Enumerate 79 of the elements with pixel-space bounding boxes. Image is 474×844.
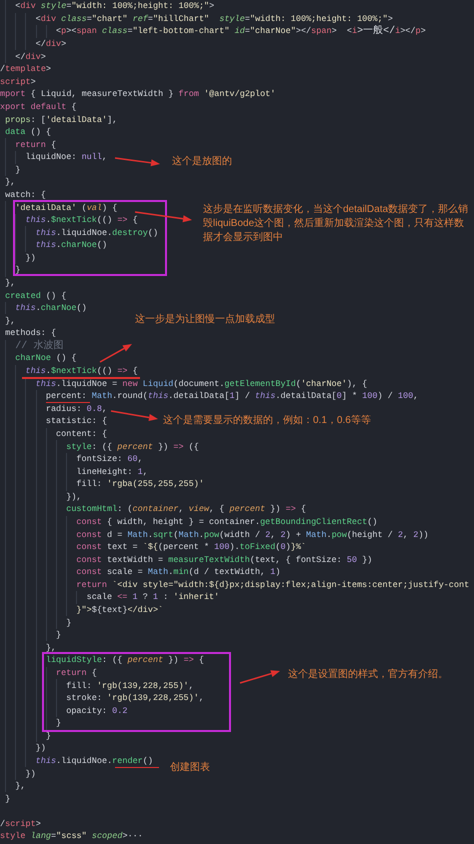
code-line: } xyxy=(56,718,62,728)
annotation-note: 这个是需要显示的数据的，例如：0.1，0.6等等 xyxy=(163,414,372,428)
code-line: opacity: 0.2 xyxy=(66,706,128,716)
code-line: this.charNoe() xyxy=(15,303,87,314)
code-line: const text = `${(percent * 100).toFixed(0)}%` xyxy=(76,542,306,552)
code-line: } xyxy=(5,794,10,804)
code-line: } xyxy=(15,265,20,276)
code-line: charNoe () { xyxy=(15,353,77,364)
code-line: xport default { xyxy=(0,102,77,112)
code-line: </div> xyxy=(15,52,46,62)
code-line: statistic: { xyxy=(46,416,108,426)
annotation-arrow xyxy=(110,410,158,421)
code-line: }, xyxy=(46,642,56,653)
annotation-arrow xyxy=(134,211,192,222)
code-line: radius: 0.8, xyxy=(46,404,108,414)
code-line: }) xyxy=(36,743,46,754)
code-line: this.liquidNoe.render() xyxy=(36,756,153,766)
code-line: content: { xyxy=(56,428,108,439)
annotation-arrow xyxy=(100,344,132,363)
code-line: } xyxy=(46,730,51,741)
code-line: /script> xyxy=(0,818,41,829)
code-line: methods: { xyxy=(5,328,56,338)
annotation-note: 创建图表 xyxy=(170,761,211,775)
code-line: </div> xyxy=(36,39,66,50)
code-line: 'detailData' (val) { xyxy=(15,202,118,213)
code-line: scale <= 1 ? 1 : 'inherit' xyxy=(86,592,220,602)
code-line: const d = Math.sqrt(Math.pow(width / 2, 2) + Math.pow(height / 2, 2)) xyxy=(76,530,429,540)
underline-mark xyxy=(115,766,159,768)
code-line: this.$nextTick(() => { xyxy=(25,366,138,376)
code-line: <p><span class="left-bottom-chart" id="charNoe"></span> <i>一般</i></p> xyxy=(56,26,426,36)
code-line: } xyxy=(66,618,72,628)
code-line: stroke: 'rgb(139,228,255)', xyxy=(66,693,204,704)
underline-mark xyxy=(46,402,90,404)
code-line: this.$nextTick(() => { xyxy=(25,215,138,226)
code-line: fontSize: 60, xyxy=(76,454,143,464)
code-line: liquidNoe: null, xyxy=(25,152,108,162)
code-line: const textWidth = measureTextWidth(text, { fontSize: 50 }) xyxy=(76,554,372,565)
code-line: // 水波图 xyxy=(15,340,64,351)
annotation-arrow xyxy=(114,157,160,166)
code-line: /template> xyxy=(0,64,52,74)
code-line: }">${text}</div>` xyxy=(76,605,164,616)
code-line: }), xyxy=(66,492,82,502)
code-line: }) xyxy=(25,252,36,263)
code-line: customHtml: (container, view, { percent }) => { xyxy=(66,504,306,514)
code-line: lineHeight: 1, xyxy=(76,466,148,477)
code-line: data () { xyxy=(5,127,52,138)
code-line: this.charNoe() xyxy=(36,240,108,250)
code-line: const { width, height } = container.getBoundingClientRect() xyxy=(76,517,378,527)
code-line: fill: 'rgb(139,228,255)', xyxy=(66,680,194,691)
code-line: return { xyxy=(56,668,97,678)
code-line: created () { xyxy=(5,290,66,301)
annotation-note: 这个是设置图的样式，官方有介绍。 xyxy=(288,668,449,682)
code-line: this.liquidNoe.destroy() xyxy=(36,228,158,238)
code-line: percent: Math.round(this.detailData[1] / this.detailData[0] * 100) / 100, xyxy=(46,391,418,402)
code-line: }, xyxy=(5,278,16,288)
code-line: script> xyxy=(0,76,36,87)
code-line: } xyxy=(15,164,20,175)
annotation-arrow xyxy=(240,670,280,684)
annotation-note: 这个是放图的 xyxy=(172,155,233,169)
code-line: const scale = Math.min(d / textWidth, 1) xyxy=(76,567,281,578)
code-line: }, xyxy=(5,177,16,188)
code-line: liquidStyle: ({ percent }) => { xyxy=(46,655,204,666)
code-line: <div class="chart" ref="hillChart" style="width: 100%;height: 100%;"> xyxy=(36,14,393,24)
annotation-note: 这一步是为让图慢一点加载成型 xyxy=(135,313,276,327)
code-line: }, xyxy=(5,316,16,326)
code-line: mport { Liquid, measureTextWidth } from '@antv/g2plot' xyxy=(0,89,276,100)
code-line: }) xyxy=(25,768,36,779)
code-line: return { xyxy=(15,140,56,150)
code-line: style: ({ percent }) => ({ xyxy=(66,442,199,452)
code-line: watch: { xyxy=(5,190,46,200)
code-line: this.liquidNoe = new Liquid(document.getElementById('charNoe'), { xyxy=(36,378,368,389)
code-line: props: ['detailData'], xyxy=(5,114,118,124)
code-line: style lang="scss" scoped>··· xyxy=(0,831,143,842)
code-line: } xyxy=(56,630,62,640)
code-line: }, xyxy=(15,781,26,792)
code-line: return `<div style="width:${d}px;display:flex;align-items:center;justify-cont xyxy=(76,580,470,590)
annotation-note: 这步是在监听数据变化，当这个detailData数据变了，那么销毁liquiBode这个图，然后重新加载渲染这个图，只有这样数据才会显示到图中 xyxy=(203,203,470,245)
code-line: fill: 'rgba(255,255,255)' xyxy=(76,479,204,490)
code-line: <div style="width: 100%;height: 100%;"> xyxy=(15,1,214,12)
